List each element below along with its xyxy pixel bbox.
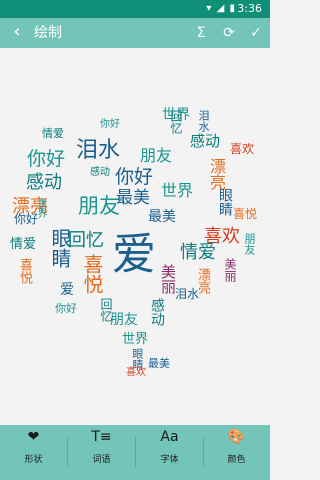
text-icon: T≡ (91, 429, 112, 445)
cloud-word: 喜欢 (230, 142, 255, 156)
cloud-word: 喜悦 (233, 207, 258, 221)
tab-font[interactable]: Aa 字体 (136, 425, 203, 480)
cloud-word: 喜欢 (126, 367, 146, 378)
tab-label: 形状 (24, 455, 43, 465)
font-icon: Aa (160, 429, 179, 445)
cloud-word: 眼睛 (48, 228, 72, 268)
cloud-word: 朋友 (243, 233, 256, 255)
page-title: 绘制 (34, 25, 62, 41)
cloud-word: 情爱 (10, 237, 37, 252)
cloud-word: 感动 (26, 172, 62, 193)
cloud-word: 最美 (148, 209, 176, 225)
back-arrow-icon[interactable]: ‹ (7, 22, 27, 42)
refresh-icon[interactable]: ⟳ (219, 24, 239, 42)
cloud-word: 爱 (60, 282, 74, 298)
cloud-word: 你好 (55, 302, 77, 315)
cloud-word: 你好 (115, 166, 154, 188)
bottom-toolbar: ❤ 形状 T≡ 词语 Aa 字体 🎨 颜色 (0, 425, 270, 480)
cloud-word: 情爱 (180, 242, 216, 263)
heart-icon: ❤ (27, 429, 40, 445)
cloud-word: 最美 (148, 357, 170, 370)
palette-icon: 🎨 (227, 429, 246, 445)
checkmark-icon[interactable]: ✓ (246, 24, 266, 42)
cloud-word: 泪水 (197, 110, 210, 132)
status-icons: ▾ ◢ ▮ (206, 3, 236, 14)
tab-label: 字体 (160, 455, 179, 465)
cloud-word: 回忆 (99, 298, 113, 322)
cloud-word: 泪水 (76, 138, 121, 163)
cloud-word: 爱 (112, 229, 156, 280)
cloud-word: 感动 (190, 132, 221, 150)
word-cloud-canvas[interactable]: 爱你好 泪水 感动 漂亮 眼睛 朋友 回忆 最美 世界 喜欢 喜悦 情爱 美丽 你好 感动 漂亮 世界 朋友 回忆泪… (0, 48, 270, 425)
tab-label: 词语 (92, 455, 111, 465)
cloud-word: 世界 (35, 198, 46, 218)
cloud-word: 回忆 (68, 230, 104, 251)
cloud-word: 感动 (149, 298, 165, 326)
cloud-word: 世界 (161, 181, 194, 200)
cloud-word: 喜悦 (80, 254, 104, 294)
cloud-word: 漂亮 (195, 268, 210, 294)
tab-color[interactable]: 🎨 颜色 (203, 425, 270, 480)
cloud-word: 漂亮 (207, 158, 226, 190)
cloud-word: 眼睛 (217, 188, 233, 216)
cloud-word: 你好 (100, 119, 120, 130)
status-bar: ▾ ◢ ▮ 3:36 (0, 0, 270, 18)
cloud-word: 情爱 (42, 127, 64, 140)
tab-label: 颜色 (227, 455, 246, 465)
status-time: 3:36 (237, 2, 262, 15)
cloud-word: 回忆 (169, 110, 183, 134)
cloud-word: 最美 (116, 188, 150, 208)
cloud-word: 你好 (27, 148, 66, 170)
app-bar: ‹ 绘制 Σ ⟳ ✓ (0, 18, 270, 48)
cloud-word: 朋友 (110, 312, 138, 328)
tab-shape[interactable]: ❤ 形状 (0, 425, 67, 480)
cloud-word: 感动 (90, 167, 110, 178)
cloud-word: 朋友 (78, 194, 120, 218)
cloud-word: 世界 (122, 332, 149, 347)
cloud-word: 美丽 (223, 258, 237, 282)
cloud-word: 美丽 (159, 264, 177, 294)
sigma-icon[interactable]: Σ (191, 24, 211, 42)
cloud-word: 喜悦 (17, 258, 32, 284)
tab-words[interactable]: T≡ 词语 (68, 425, 135, 480)
cloud-word: 朋友 (140, 146, 173, 165)
